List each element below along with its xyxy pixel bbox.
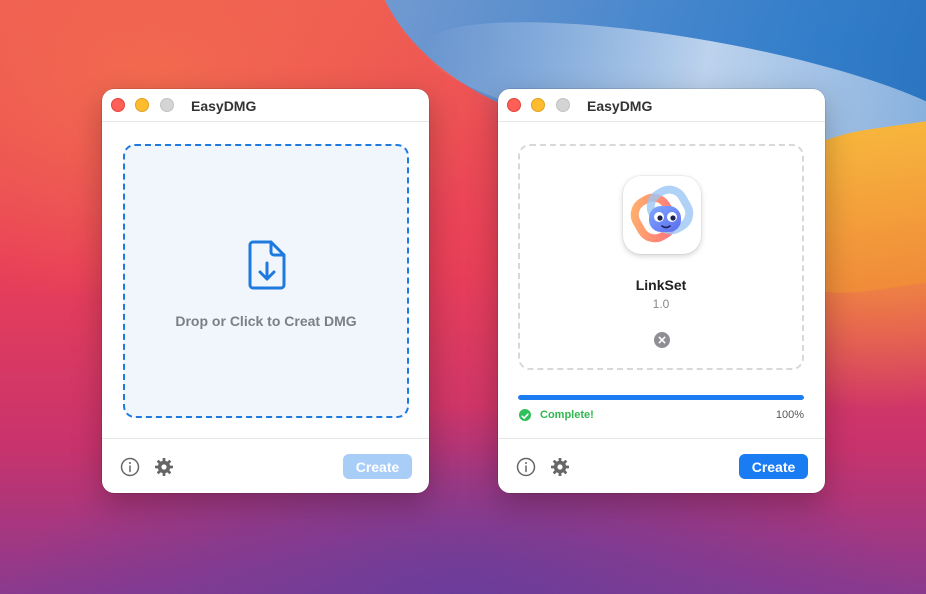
window-title: EasyDMG bbox=[191, 98, 257, 114]
minimize-window-button[interactable] bbox=[531, 98, 545, 112]
gear-icon[interactable] bbox=[550, 457, 570, 477]
zoom-window-button[interactable] bbox=[160, 98, 174, 112]
close-icon bbox=[658, 336, 666, 344]
dmg-drop-zone[interactable]: Drop or Click to Creat DMG bbox=[123, 144, 409, 418]
info-icon[interactable] bbox=[516, 457, 536, 477]
window-footer: Create bbox=[102, 438, 429, 493]
status-text: Complete! bbox=[540, 409, 594, 421]
create-button-disabled[interactable]: Create bbox=[343, 454, 412, 479]
info-icon[interactable] bbox=[120, 457, 140, 477]
window-footer: Create bbox=[498, 438, 825, 493]
window-title: EasyDMG bbox=[587, 98, 653, 114]
close-window-button[interactable] bbox=[507, 98, 521, 112]
linkset-logo-icon bbox=[630, 185, 694, 243]
drop-zone-label: Drop or Click to Creat DMG bbox=[175, 313, 357, 329]
zoom-window-button[interactable] bbox=[556, 98, 570, 112]
gear-icon[interactable] bbox=[154, 457, 174, 477]
progress-bar bbox=[518, 395, 804, 400]
titlebar: EasyDMG bbox=[102, 89, 429, 122]
titlebar: EasyDMG bbox=[498, 89, 825, 122]
create-button[interactable]: Create bbox=[739, 454, 808, 479]
app-name: LinkSet bbox=[635, 277, 687, 293]
linkset-app-icon bbox=[623, 176, 701, 254]
easydmg-window-complete: EasyDMG LinkSet 1.0 Complete! 100% Creat… bbox=[498, 89, 825, 493]
file-download-icon bbox=[248, 240, 286, 290]
dmg-drop-zone[interactable]: LinkSet 1.0 bbox=[518, 144, 804, 370]
progress-percent: 100% bbox=[775, 409, 804, 421]
close-window-button[interactable] bbox=[111, 98, 125, 112]
remove-app-button[interactable] bbox=[654, 332, 670, 348]
checkmark-icon bbox=[519, 409, 531, 421]
progress-bar-fill bbox=[518, 395, 804, 400]
easydmg-window-empty: EasyDMG Drop or Click to Creat DMG Creat… bbox=[102, 89, 429, 493]
app-version: 1.0 bbox=[652, 297, 670, 311]
minimize-window-button[interactable] bbox=[135, 98, 149, 112]
